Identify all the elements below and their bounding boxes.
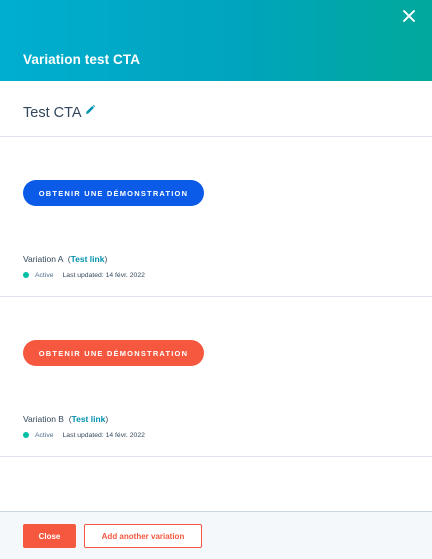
variation-name: Variation B [23, 414, 64, 424]
status-badge: Active [35, 431, 54, 439]
close-button[interactable]: Close [23, 524, 76, 548]
status-dot-icon [23, 272, 29, 278]
cta-name-row: Test CTA [0, 81, 432, 137]
variation-card-b: Obtenir une démonstration Variation B (T… [0, 297, 432, 457]
cta-preview-button-a[interactable]: Obtenir une démonstration [23, 180, 204, 206]
pencil-icon[interactable] [84, 104, 96, 116]
status-badge: Active [35, 271, 54, 279]
last-updated: Last updated: 14 févr. 2022 [62, 271, 145, 279]
variation-label-a: Variation A (Test link) [23, 254, 107, 264]
variation-card-a: Obtenir une démonstration Variation A (T… [0, 137, 432, 297]
test-link-b[interactable]: Test link [72, 414, 106, 424]
status-dot-icon [23, 432, 29, 438]
last-updated: Last updated: 14 févr. 2022 [62, 431, 145, 439]
cta-name: Test CTA [23, 105, 82, 121]
paren-close: ) [105, 414, 109, 424]
cta-preview-button-b[interactable]: Obtenir une démonstration [23, 340, 204, 366]
paren-close: ) [104, 254, 108, 264]
status-row-b: Active Last updated: 14 févr. 2022 [23, 430, 145, 440]
panel-footer: Close Add another variation [0, 511, 432, 559]
panel-title: Variation test CTA [23, 52, 141, 67]
test-link-a[interactable]: Test link [71, 254, 105, 264]
close-icon[interactable] [400, 7, 418, 25]
status-row-a: Active Last updated: 14 févr. 2022 [23, 270, 145, 280]
variation-name: Variation A [23, 254, 64, 264]
panel-header: Variation test CTA [0, 0, 432, 81]
add-variation-button[interactable]: Add another variation [84, 524, 202, 548]
variation-label-b: Variation B (Test link) [23, 414, 108, 424]
